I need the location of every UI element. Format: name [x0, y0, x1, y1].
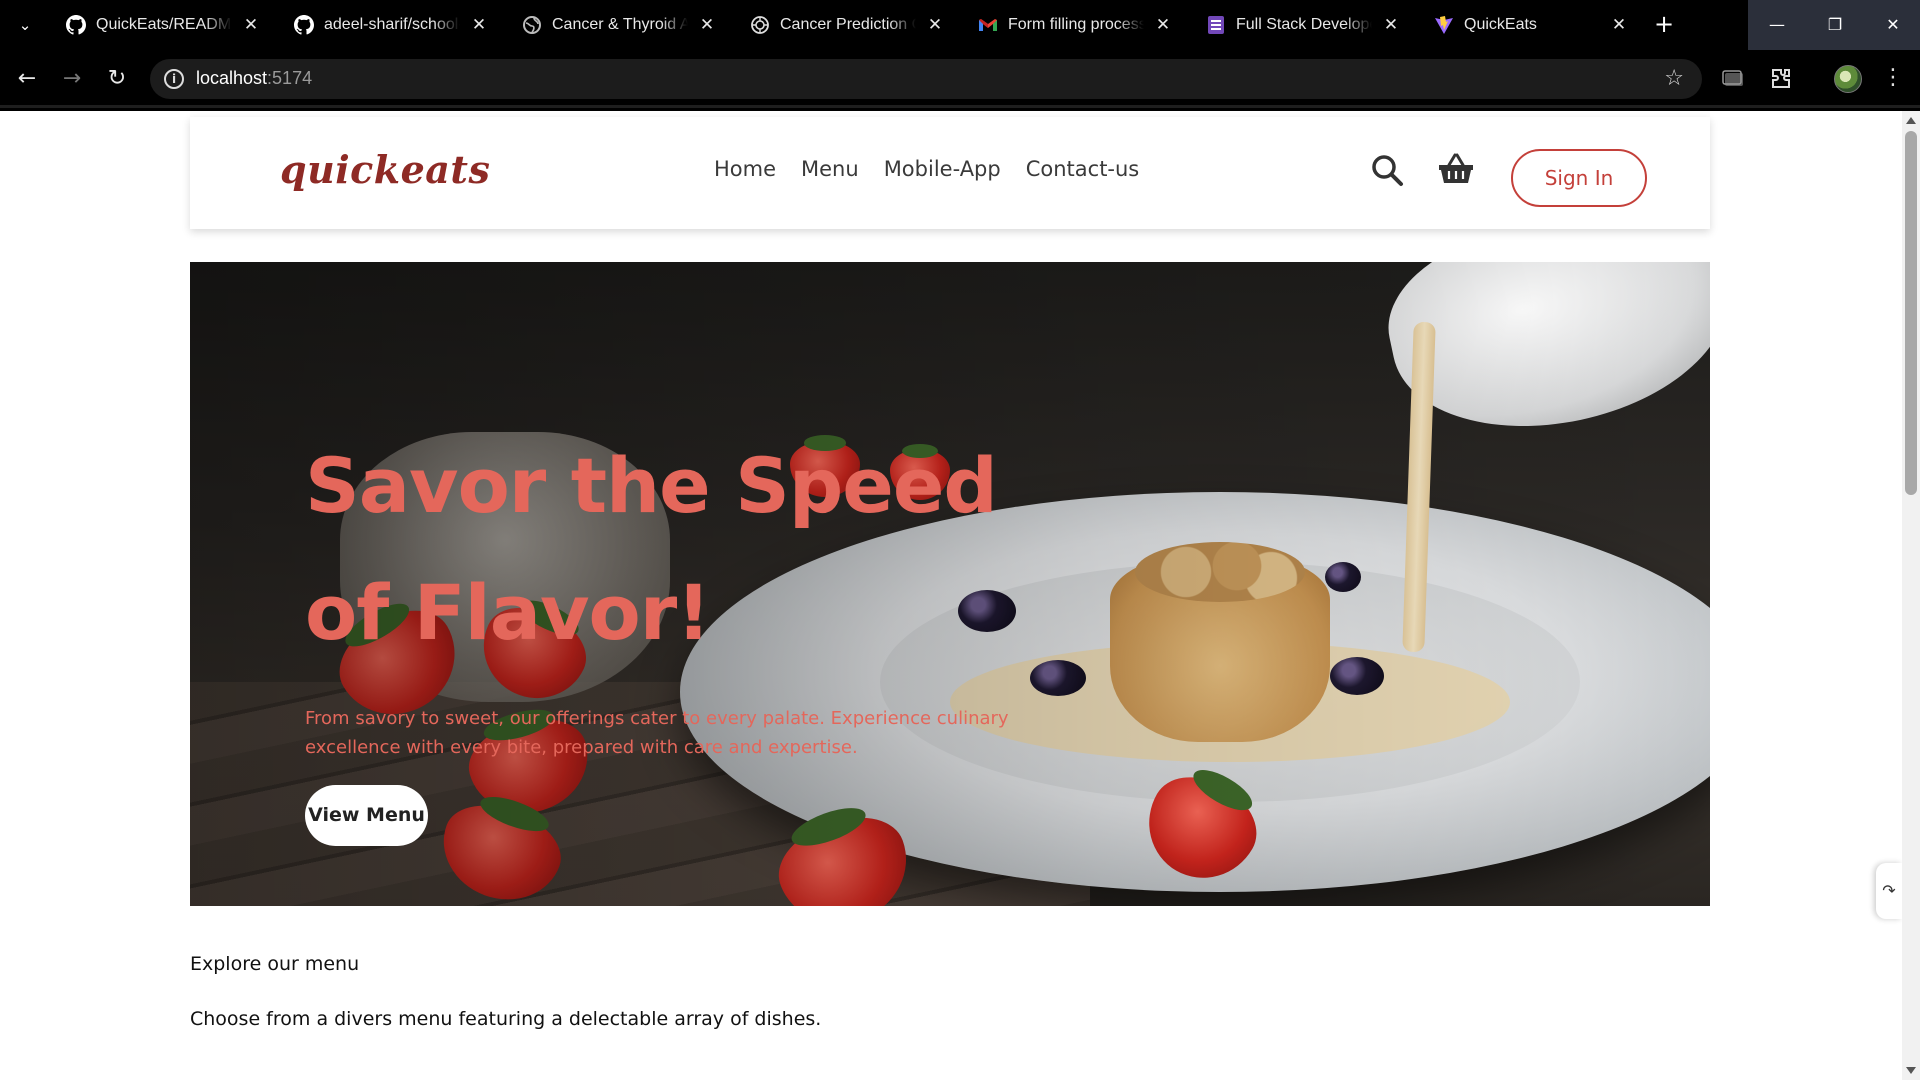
tab-title: Full Stack Developer: [1236, 16, 1372, 33]
tab-school-repo[interactable]: adeel-sharif/school-m ✕: [280, 6, 502, 44]
forms-icon: [1208, 16, 1224, 34]
page-scrollbar[interactable]: [1902, 111, 1920, 1080]
scrollbar-thumb[interactable]: [1905, 131, 1917, 495]
nav-link-menu[interactable]: Menu: [801, 157, 859, 181]
nav-link-home[interactable]: Home: [714, 157, 776, 181]
scroll-down-icon[interactable]: [1906, 1067, 1916, 1074]
back-arrow-icon[interactable]: ←: [11, 63, 43, 95]
basket-icon[interactable]: [1438, 153, 1474, 185]
browser-toolbar: ← → ↻ i localhost:5174 ☆ ⋮: [0, 50, 1920, 108]
browser-menu-icon[interactable]: ⋮: [1882, 65, 1904, 93]
close-icon[interactable]: ✕: [468, 14, 490, 36]
bookmark-star-icon[interactable]: ☆: [1664, 66, 1684, 91]
tab-search-button[interactable]: ⌄: [12, 12, 38, 38]
reload-icon[interactable]: ↻: [101, 63, 133, 95]
nav-links: Home Menu Mobile-App Contact-us: [714, 157, 1139, 181]
hero-title: Savor the Speed of Flavor!: [305, 441, 998, 657]
vite-icon: [1435, 16, 1453, 34]
tab-cancer-thyroid[interactable]: Cancer & Thyroid Aw ✕: [508, 6, 730, 44]
side-panel-handle-icon[interactable]: ↷: [1876, 863, 1902, 919]
tab-quickeats[interactable]: QuickEats ✕: [1420, 6, 1642, 44]
tab-form-filling[interactable]: Form filling process c ✕: [964, 6, 1186, 44]
forward-arrow-icon[interactable]: →: [56, 63, 88, 95]
gmail-icon: [979, 19, 997, 31]
hero-description: From savory to sweet, our offerings cate…: [305, 708, 1009, 758]
close-icon[interactable]: ✕: [696, 14, 718, 36]
minimize-icon[interactable]: —: [1748, 0, 1806, 50]
new-tab-button[interactable]: +: [1649, 10, 1679, 40]
page-viewport: quickeats Home Menu Mobile-App Contact-u…: [0, 111, 1902, 1080]
restore-icon[interactable]: ❐: [1806, 0, 1864, 50]
sign-in-button[interactable]: Sign In: [1511, 149, 1647, 207]
nav-link-mobile-app[interactable]: Mobile-App: [884, 157, 1001, 181]
close-icon[interactable]: ✕: [1380, 14, 1402, 36]
tab-quickeats-readme[interactable]: QuickEats/README.md ✕: [52, 6, 274, 44]
tab-title: QuickEats/README.md: [96, 16, 232, 33]
site-info-icon[interactable]: i: [164, 69, 184, 89]
tab-title: QuickEats: [1464, 16, 1537, 33]
site-logo[interactable]: quickeats: [280, 147, 490, 192]
close-icon[interactable]: ✕: [240, 14, 262, 36]
hero-banner: Savor the Speed of Flavor! From savory t…: [190, 262, 1710, 906]
close-icon[interactable]: ✕: [1152, 14, 1174, 36]
view-menu-button[interactable]: View Menu: [305, 785, 428, 846]
url-port: :5174: [267, 68, 313, 88]
address-bar[interactable]: i localhost:5174 ☆: [150, 59, 1702, 99]
close-icon[interactable]: ✕: [924, 14, 946, 36]
extensions-icon[interactable]: [1767, 65, 1795, 93]
tab-title: Cancer Prediction Ch: [780, 16, 916, 33]
nav-link-contact-us[interactable]: Contact-us: [1026, 157, 1140, 181]
search-icon[interactable]: [1370, 153, 1404, 187]
github-icon: [294, 15, 314, 35]
globe-icon: [523, 16, 541, 34]
media-icon[interactable]: [1720, 65, 1748, 93]
github-icon: [66, 15, 86, 35]
url-host: localhost: [196, 68, 268, 88]
tab-title: adeel-sharif/school-m: [324, 16, 460, 33]
window-close-icon[interactable]: ✕: [1864, 0, 1920, 50]
scroll-up-icon[interactable]: [1906, 117, 1916, 124]
tab-title: Form filling process c: [1008, 16, 1144, 33]
url-text[interactable]: localhost:5174: [196, 68, 312, 89]
explore-menu-heading: Explore our menu: [190, 953, 360, 975]
tab-full-stack[interactable]: Full Stack Developer ✕: [1192, 6, 1414, 44]
openai-icon: [751, 16, 769, 34]
profile-avatar[interactable]: [1834, 65, 1862, 93]
tab-cancer-prediction[interactable]: Cancer Prediction Ch ✕: [736, 6, 958, 44]
tab-title: Cancer & Thyroid Aw: [552, 16, 688, 33]
close-icon[interactable]: ✕: [1608, 14, 1630, 36]
site-navbar: quickeats Home Menu Mobile-App Contact-u…: [190, 117, 1710, 229]
tab-strip: ⌄ QuickEats/README.md ✕ adeel-sharif/sch…: [0, 0, 1920, 50]
explore-menu-subtitle: Choose from a divers menu featuring a de…: [190, 1008, 822, 1030]
